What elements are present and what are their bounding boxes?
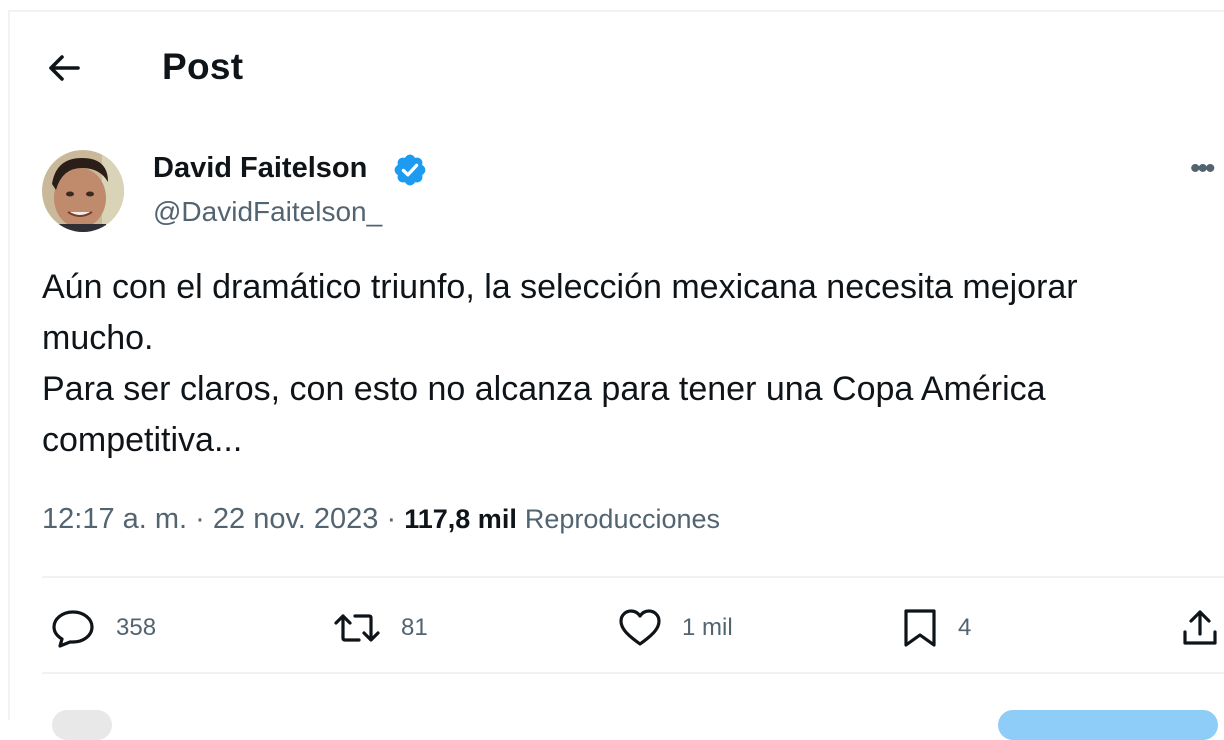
post-text: Aún con el dramático triunfo, la selecci… — [42, 268, 1078, 459]
more-dots-icon: ••• — [1190, 152, 1215, 185]
repost-count: 81 — [401, 614, 428, 641]
reply-icon — [52, 610, 94, 648]
views-count: 117,8 mil — [404, 504, 517, 534]
verified-badge-icon — [394, 154, 426, 186]
heart-icon — [619, 609, 661, 646]
author-handle[interactable]: @DavidFaitelson_ — [153, 196, 382, 228]
page-title: Post — [162, 46, 244, 87]
reply-composer-avatar — [52, 710, 112, 740]
repost-button[interactable]: 81 — [333, 606, 428, 650]
repost-icon — [334, 614, 380, 642]
divider — [42, 672, 1224, 674]
like-count: 1 mil — [682, 614, 733, 641]
post-time[interactable]: 12:17 a. m. — [42, 503, 187, 535]
divider — [42, 576, 1224, 578]
meta-separator: · — [195, 503, 205, 535]
bookmark-count: 4 — [958, 614, 972, 641]
reply-count: 358 — [116, 614, 157, 641]
post-meta: 12:17 a. m. · 22 nov. 2023 · 117,8 mil R… — [42, 503, 720, 536]
avatar[interactable] — [42, 150, 124, 232]
share-icon — [1183, 610, 1217, 645]
share-button[interactable] — [1180, 606, 1220, 650]
views-label: Reproducciones — [524, 504, 721, 534]
bookmark-icon — [904, 609, 936, 647]
author-name[interactable]: David Faitelson — [153, 152, 367, 185]
like-button[interactable]: 1 mil — [618, 606, 733, 650]
bookmark-button[interactable]: 4 — [902, 606, 971, 650]
back-button[interactable] — [44, 50, 84, 86]
more-options-button[interactable]: ••• — [1190, 152, 1224, 186]
arrow-left-icon — [49, 55, 80, 81]
meta-separator: · — [386, 503, 397, 535]
reply-submit-button[interactable] — [998, 710, 1218, 740]
post-date[interactable]: 22 nov. 2023 — [213, 503, 379, 535]
reply-button[interactable]: 358 — [50, 606, 156, 650]
